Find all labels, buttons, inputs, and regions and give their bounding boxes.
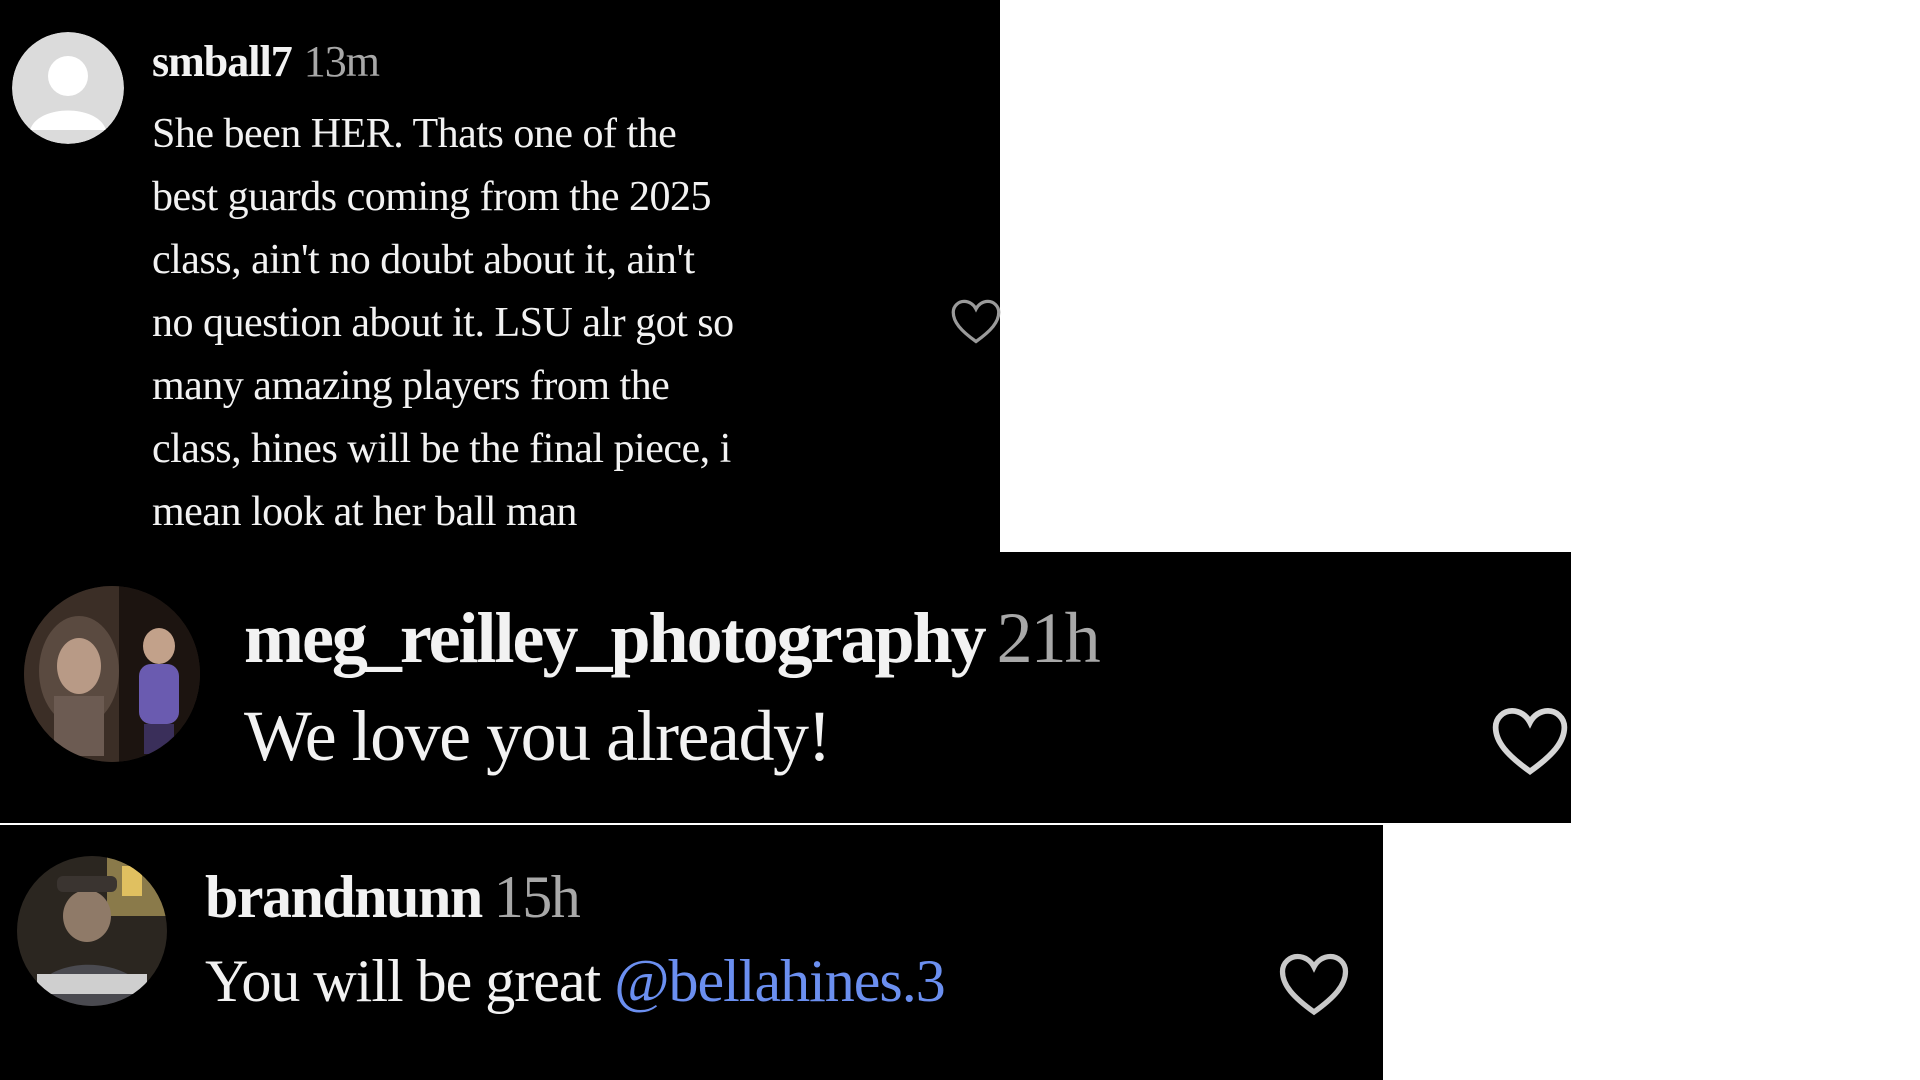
comment-timestamp[interactable]: 15h — [494, 864, 581, 930]
user-avatar-photo[interactable] — [17, 856, 167, 1006]
comment-header: meg_reilley_photography 21h — [244, 597, 1101, 680]
comment-username[interactable]: brandnunn — [205, 864, 483, 930]
comment-text-line: best guards coming from the 2025 — [152, 174, 712, 220]
comment-text-line: She been HER. Thats one of the — [152, 111, 677, 157]
comment-text-body: You will be great — [205, 948, 601, 1014]
comments-screenshot: smball7 13m She been HER. Thats one of th… — [0, 0, 1920, 1080]
comment-text-line: class, hines will be the final piece, i — [152, 426, 731, 472]
comment-username[interactable]: smball7 — [152, 37, 293, 86]
comment-text: You will be great @bellahines.3 — [205, 947, 946, 1016]
comment-header: smball7 13m — [152, 36, 380, 87]
comment-panel-meg-reilley — [0, 552, 1571, 823]
comment-text-line: class, ain't no doubt about it, ain't — [152, 237, 695, 283]
comment-timestamp[interactable]: 21h — [997, 598, 1101, 678]
user-avatar-photo[interactable] — [24, 586, 200, 762]
comment-text: She been HER. Thats one of the best guar… — [152, 103, 942, 544]
heart-outline-icon[interactable] — [1490, 706, 1570, 778]
default-avatar-icon[interactable] — [12, 32, 124, 144]
heart-outline-icon[interactable] — [950, 298, 1002, 346]
comment-timestamp[interactable]: 13m — [304, 37, 380, 86]
comment-text: We love you already! — [244, 696, 831, 776]
comment-header: brandnunn 15h — [205, 863, 581, 932]
heart-outline-icon[interactable] — [1278, 952, 1350, 1018]
comment-text-line: mean look at her ball man — [152, 489, 577, 535]
mention-link[interactable]: @bellahines.3 — [614, 948, 946, 1014]
comment-text-line: no question about it. LSU alr got so — [152, 300, 734, 346]
comment-username[interactable]: meg_reilley_photography — [244, 598, 987, 678]
comment-text-line: many amazing players from the — [152, 363, 670, 409]
